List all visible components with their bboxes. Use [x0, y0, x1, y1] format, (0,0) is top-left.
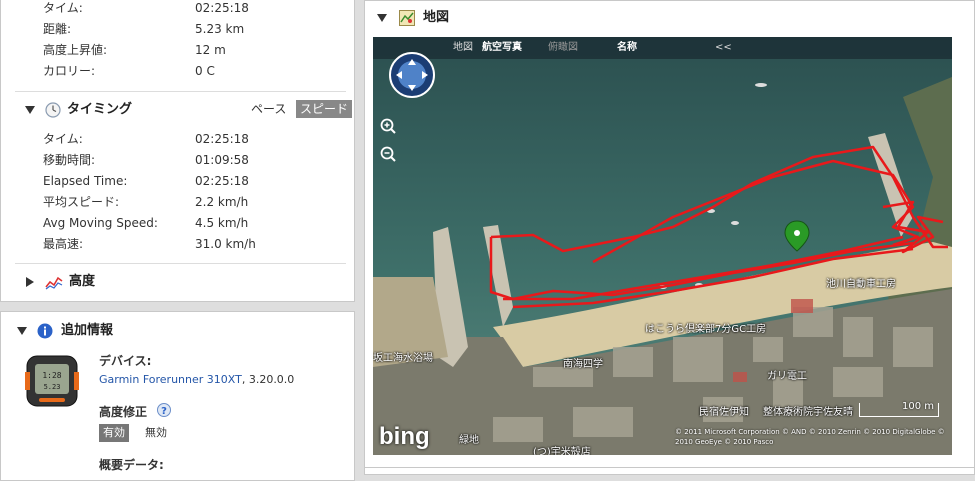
device-label: デバイス:	[99, 354, 152, 368]
place-label: 南海四学	[563, 359, 603, 370]
elevation-chart-icon	[45, 276, 63, 290]
collapse-arrow-icon	[377, 14, 387, 22]
enabled-option[interactable]: 有効	[99, 424, 129, 442]
device-version: , 3.20.0.0	[241, 373, 295, 386]
timing-value: 2.2 km/h	[195, 195, 249, 209]
map-section-toggle[interactable]: 地図	[375, 7, 575, 29]
timing-value: 02:25:18	[195, 174, 249, 188]
expand-arrow-icon	[26, 277, 34, 287]
collapse-arrow-icon	[17, 327, 27, 335]
place-label: ガリ電工	[767, 371, 807, 382]
divider	[15, 263, 346, 264]
collapse-arrow-icon	[25, 106, 35, 114]
place-label: (つ)宇米殻店	[533, 447, 591, 455]
place-label: 緑地	[459, 435, 479, 446]
zoom-in-icon[interactable]	[379, 117, 397, 135]
map-labels-toggle[interactable]: 名称	[617, 40, 637, 56]
zoom-out-icon[interactable]	[379, 145, 397, 163]
place-label: 池川自動車工房	[826, 279, 896, 290]
summary-label: 高度上昇値:	[43, 43, 108, 57]
summary-label: タイム:	[43, 1, 83, 15]
timing-title: タイミング	[67, 102, 133, 117]
extra-info-panel: 追加情報 1:28 5.23 デバイス: Garmin Forerunner 3…	[0, 311, 355, 481]
map-pan-control[interactable]	[388, 51, 436, 99]
timing-label: タイム:	[43, 132, 83, 146]
map-title: 地図	[423, 10, 450, 25]
speed-toggle[interactable]: スピード	[296, 100, 353, 118]
timing-label: Avg Moving Speed:	[43, 216, 158, 230]
map-collapse-button[interactable]: <<	[715, 40, 732, 56]
elevation-title: 高度	[69, 274, 96, 289]
map-panel: 地図 地図 航空写真 俯瞰図 名称 << 池川自動車工房 はこうら倶楽部7分GC…	[364, 0, 975, 475]
map-view[interactable]: 地図 航空写真 俯瞰図 名称 << 池川自動車工房 はこうら倶楽部7分GC工房 …	[373, 37, 952, 455]
map-type-birdseye[interactable]: 俯瞰図	[548, 40, 578, 56]
timing-label: Elapsed Time:	[43, 174, 128, 188]
extra-info-section-toggle[interactable]: 追加情報	[15, 320, 215, 342]
disabled-option[interactable]: 無効	[141, 424, 171, 442]
summary-panel: タイム: 02:25:18 距離: 5.23 km 高度上昇値: 12 m カロ…	[0, 0, 355, 302]
map-type-road[interactable]: 地図	[453, 40, 473, 56]
extra-info-title: 追加情報	[61, 323, 114, 338]
map-type-bar: 地図 航空写真 俯瞰図 名称 <<	[373, 37, 952, 59]
bottom-divider	[365, 467, 974, 468]
summary-value: 02:25:18	[195, 1, 249, 15]
elevation-section-toggle[interactable]: 高度	[23, 271, 223, 293]
map-type-aerial[interactable]: 航空写真	[482, 40, 522, 56]
bing-logo: bing	[379, 423, 430, 450]
pace-toggle[interactable]: ペース	[247, 100, 290, 118]
timing-value: 4.5 km/h	[195, 216, 249, 230]
summary-value: 12 m	[195, 43, 226, 57]
timing-value: 01:09:58	[195, 153, 249, 167]
timing-value: 02:25:18	[195, 132, 249, 146]
timing-label: 移動時間:	[43, 153, 96, 167]
aerial-imagery	[373, 37, 952, 455]
place-label: 坂工海水浴場	[373, 353, 433, 364]
place-label: 民宿佐伊知	[699, 407, 749, 418]
info-icon	[37, 323, 53, 339]
help-icon[interactable]: ?	[157, 403, 171, 417]
summary-label: 距離:	[43, 22, 72, 36]
device-link[interactable]: Garmin Forerunner 310XT	[99, 373, 242, 386]
overview-data-label: 概要データ:	[99, 458, 164, 472]
map-scale: 100 m	[859, 401, 939, 417]
timing-section-toggle[interactable]: タイミング	[23, 99, 223, 121]
svg-text:1:28: 1:28	[42, 371, 61, 380]
timing-value: 31.0 km/h	[195, 237, 256, 251]
timing-label: 平均スピード:	[43, 195, 120, 209]
summary-label: カロリー:	[43, 64, 96, 78]
clock-icon	[45, 102, 61, 118]
map-copyright: © 2011 Microsoft Corporation © AND © 201…	[675, 428, 945, 446]
place-label: はこうら倶楽部7分GC工房	[645, 324, 767, 335]
place-label: 整体療術院宇佐友晴	[763, 407, 853, 418]
device-line: Garmin Forerunner 310XT, 3.20.0.0	[99, 373, 294, 386]
divider	[15, 91, 346, 92]
elevation-correction-label: 高度修正	[99, 405, 148, 419]
device-watch-image: 1:28 5.23	[25, 355, 79, 407]
svg-text:?: ?	[161, 406, 167, 417]
svg-text:5.23: 5.23	[44, 383, 61, 391]
summary-value: 5.23 km	[195, 22, 245, 36]
scale-label: 100 m	[901, 401, 934, 412]
timing-label: 最高速:	[43, 237, 84, 251]
map-icon	[399, 10, 415, 26]
summary-value: 0 C	[195, 64, 215, 78]
